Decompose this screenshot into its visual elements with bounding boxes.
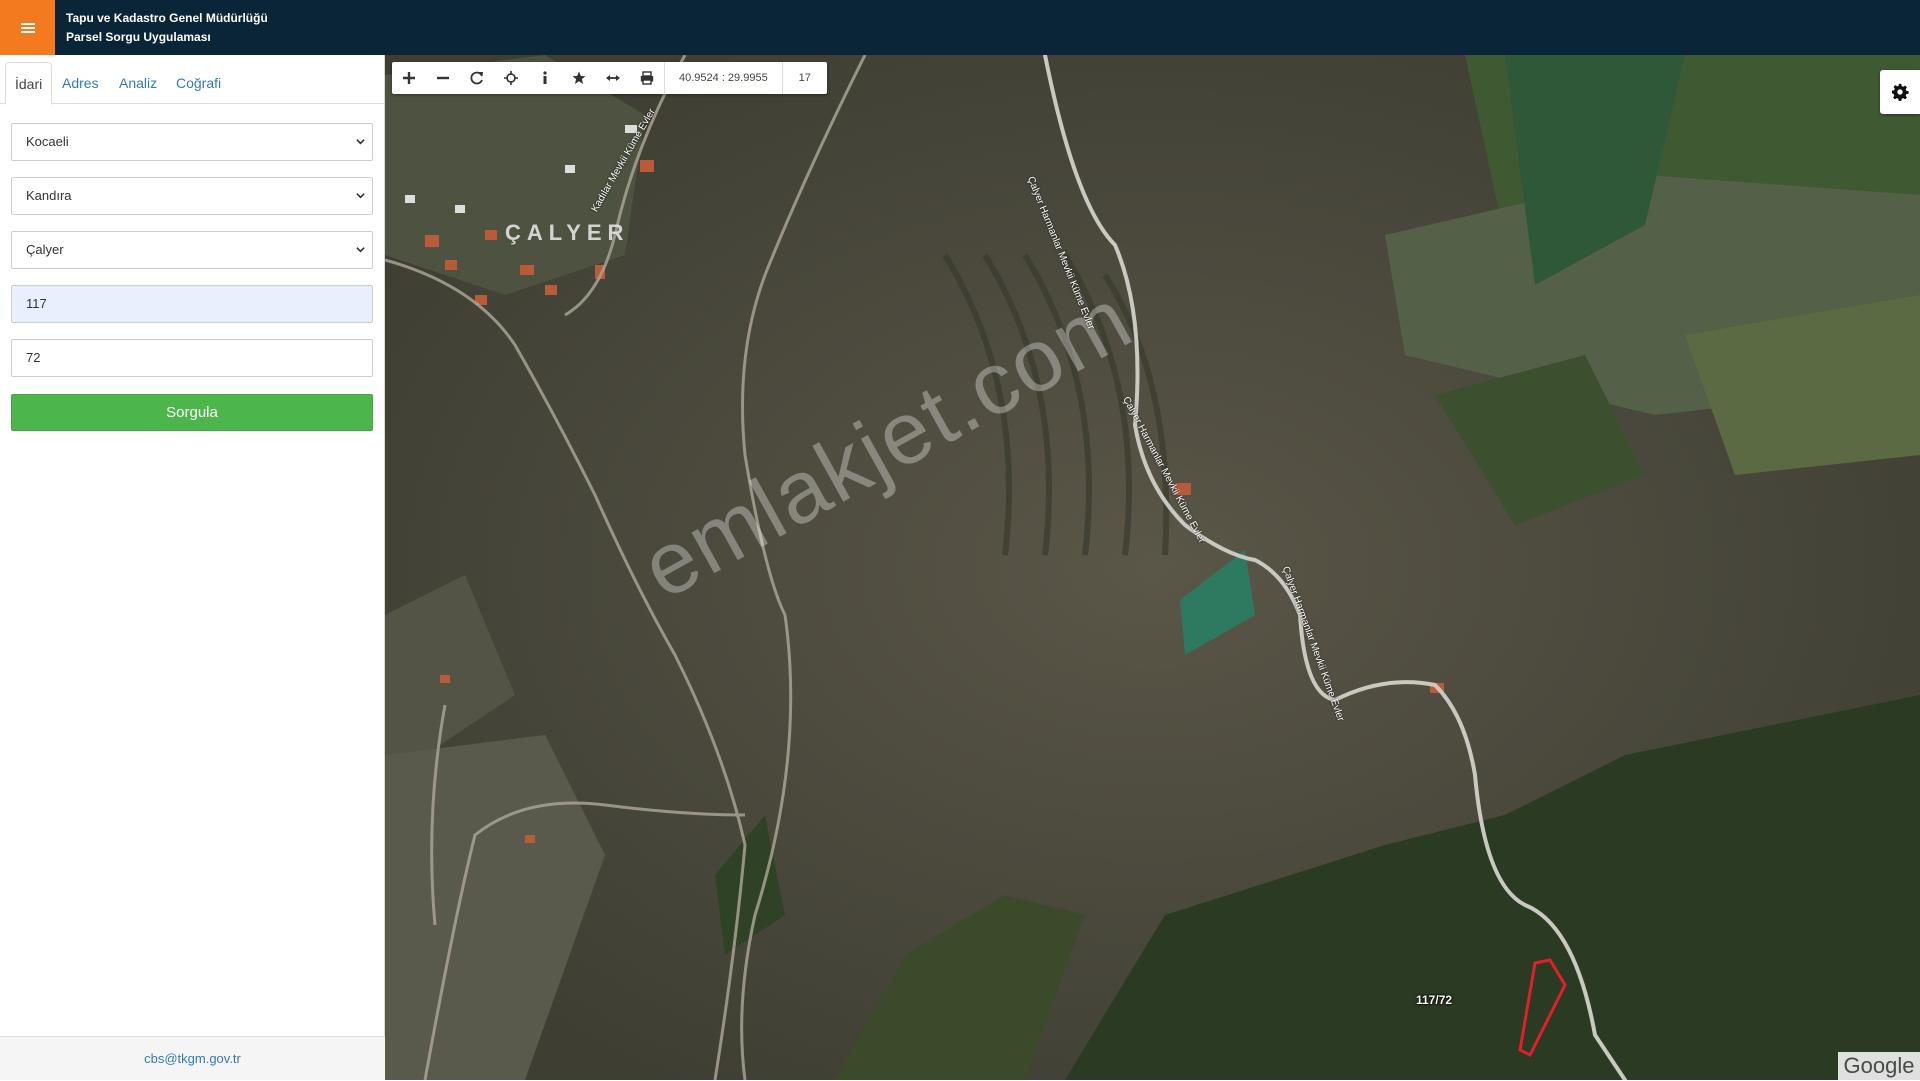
zoom-in-button[interactable] bbox=[392, 62, 426, 94]
zoom-out-icon bbox=[437, 76, 449, 80]
query-sidebar: İdari Adres Analiz Coğrafi Kocaeli Kandı… bbox=[0, 55, 385, 1080]
zoom-level-readout: 17 bbox=[798, 72, 811, 84]
tab-idari[interactable]: İdari bbox=[5, 62, 53, 105]
hamburger-icon bbox=[20, 26, 35, 29]
footer-email[interactable]: cbs@tkgm.gov.tr bbox=[0, 1036, 385, 1080]
satellite-imagery bbox=[385, 55, 1920, 1080]
tab-adres[interactable]: Adres bbox=[53, 62, 108, 104]
google-attribution: Google bbox=[1838, 1052, 1920, 1080]
app-brand: Tapu ve Kadastro Genel Müdürlüğü Parsel … bbox=[66, 9, 268, 47]
chevron-down-icon bbox=[356, 139, 365, 145]
parcel-input[interactable]: 72 bbox=[11, 339, 373, 377]
refresh-icon bbox=[470, 71, 483, 85]
locate-button[interactable] bbox=[494, 62, 528, 94]
favorite-icon bbox=[572, 71, 586, 84]
app-header: Tapu ve Kadastro Genel Müdürlüğü Parsel … bbox=[0, 0, 1920, 55]
neighborhood-select[interactable]: Çalyer bbox=[11, 231, 373, 269]
chevron-down-icon bbox=[356, 193, 365, 199]
province-value: Kocaeli bbox=[26, 134, 69, 149]
query-tabs: İdari Adres Analiz Coğrafi bbox=[0, 59, 385, 105]
favorite-button[interactable] bbox=[562, 62, 596, 94]
satellite-map[interactable]: ÇALYER emlakjet.com Kadılar Mevkii Küme … bbox=[385, 55, 1920, 1080]
block-input[interactable]: 117 bbox=[11, 285, 373, 323]
measure-button[interactable] bbox=[596, 62, 630, 94]
info-button[interactable] bbox=[528, 62, 562, 94]
zoom-out-button[interactable] bbox=[426, 62, 460, 94]
district-value: Kandıra bbox=[26, 188, 72, 203]
print-button[interactable] bbox=[630, 62, 664, 94]
village-label: ÇALYER bbox=[505, 220, 630, 245]
chevron-down-icon bbox=[356, 247, 365, 253]
measure-icon bbox=[606, 75, 620, 81]
hamburger-menu-button[interactable] bbox=[0, 0, 55, 55]
info-icon bbox=[543, 71, 547, 84]
parcel-label[interactable]: 117/72 bbox=[1416, 993, 1452, 1007]
org-name: Tapu ve Kadastro Genel Müdürlüğü bbox=[66, 11, 268, 25]
zoom-in-icon bbox=[403, 72, 415, 84]
query-button[interactable]: Sorgula bbox=[11, 394, 373, 431]
locate-icon bbox=[504, 71, 518, 85]
map-toolbar: 40.9524 : 29.9955 17 bbox=[392, 62, 827, 94]
print-icon bbox=[640, 71, 654, 85]
gear-icon bbox=[1891, 83, 1909, 101]
app-name: Parsel Sorgu Uygulaması bbox=[66, 30, 211, 44]
tab-analiz[interactable]: Analiz bbox=[110, 62, 166, 104]
footer-email-link[interactable]: cbs@tkgm.gov.tr bbox=[144, 1051, 241, 1066]
district-select[interactable]: Kandıra bbox=[11, 177, 373, 215]
coordinate-readout: 40.9524 : 29.9955 bbox=[664, 62, 783, 94]
refresh-button[interactable] bbox=[460, 62, 494, 94]
settings-button[interactable] bbox=[1880, 70, 1920, 114]
neighborhood-value: Çalyer bbox=[26, 242, 64, 257]
tab-cografi[interactable]: Coğrafi bbox=[167, 62, 230, 104]
province-select[interactable]: Kocaeli bbox=[11, 123, 373, 161]
